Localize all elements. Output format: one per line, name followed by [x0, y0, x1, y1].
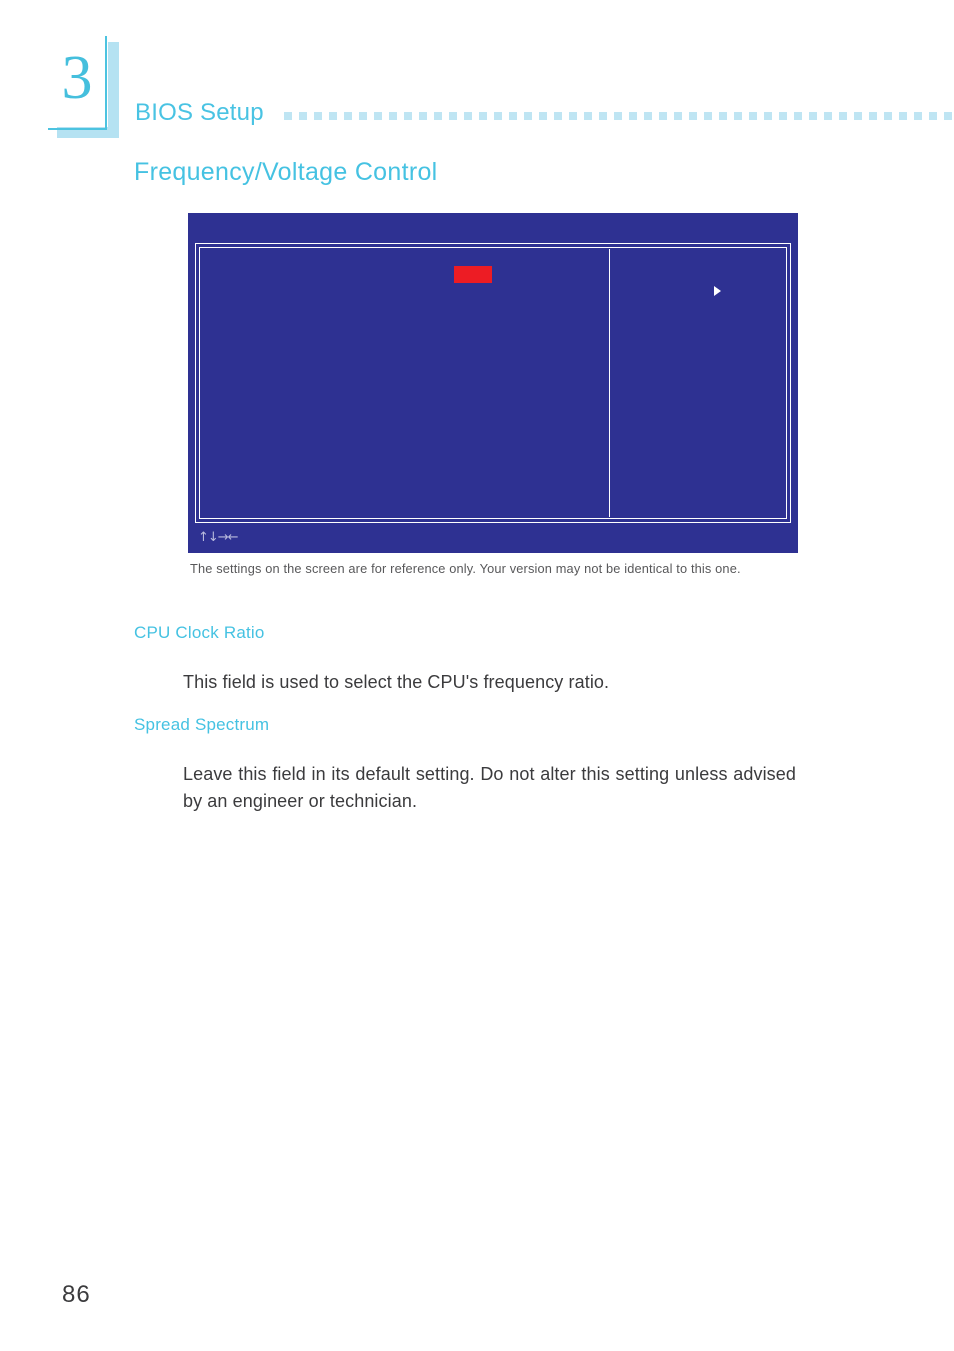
chapter-number: 3 — [61, 44, 93, 112]
running-head-dot — [688, 111, 697, 120]
field-body-spread-spectrum: Leave this field in its default setting.… — [183, 764, 796, 812]
bios-help-pane — [610, 249, 785, 517]
running-head-dot — [628, 111, 637, 120]
running-head: BIOS Setup — [135, 99, 954, 127]
bios-setup-screenshot: ↑↓→← — [188, 213, 798, 553]
bios-outer-frame — [195, 243, 791, 523]
running-head-dot — [433, 111, 442, 120]
running-head-dot — [373, 111, 382, 120]
running-head-dot — [523, 111, 532, 120]
running-head-dot — [313, 111, 322, 120]
running-head-dot-rule — [283, 111, 954, 120]
running-head-dot — [673, 111, 682, 120]
page-number: 86 — [62, 1281, 91, 1308]
running-head-dot — [298, 111, 307, 120]
running-head-dot — [793, 111, 802, 120]
running-head-dot — [778, 111, 787, 120]
running-head-dot — [763, 111, 772, 120]
running-head-dot — [913, 111, 922, 120]
running-head-title: BIOS Setup — [135, 99, 264, 126]
bios-navigation-keys: ↑↓→← — [198, 530, 239, 545]
running-head-dot — [598, 111, 607, 120]
running-head-dot — [493, 111, 502, 120]
running-head-dot — [478, 111, 487, 120]
running-head-dot — [583, 111, 592, 120]
chapter-marker-rule-horizontal — [48, 128, 107, 130]
running-head-dot — [508, 111, 517, 120]
running-head-dot — [658, 111, 667, 120]
running-head-dot — [868, 111, 877, 120]
field-body-cpu-clock-ratio: This field is used to select the CPU's f… — [183, 672, 610, 692]
running-head-dot — [643, 111, 652, 120]
bios-inner-frame — [199, 247, 787, 519]
running-head-dot — [733, 111, 742, 120]
running-head-dot — [823, 111, 832, 120]
running-head-dot — [748, 111, 757, 120]
field-heading-cpu-clock-ratio: CPU Clock Ratio — [134, 623, 265, 642]
chapter-marker-rule-vertical — [105, 36, 107, 130]
running-head-dot — [328, 111, 337, 120]
running-head-dot — [613, 111, 622, 120]
running-head-dot — [358, 111, 367, 120]
running-head-dot — [418, 111, 427, 120]
running-head-dot — [928, 111, 937, 120]
page-title: Frequency/Voltage Control — [134, 158, 438, 186]
running-head-dot — [568, 111, 577, 120]
running-head-dot — [703, 111, 712, 120]
running-head-dot — [883, 111, 892, 120]
running-head-dot — [448, 111, 457, 120]
field-heading-spread-spectrum: Spread Spectrum — [134, 715, 270, 734]
running-head-dot — [538, 111, 547, 120]
chapter-marker-shadow-vertical — [108, 42, 119, 138]
right-triangle-icon — [714, 286, 721, 296]
running-head-dot — [553, 111, 562, 120]
running-head-dot — [283, 111, 292, 120]
figure-caption: The settings on the screen are for refer… — [190, 561, 741, 576]
running-head-dot — [943, 111, 952, 120]
bios-selected-row-highlight — [454, 266, 492, 283]
chapter-marker: 3 — [30, 32, 126, 138]
bios-settings-pane — [201, 249, 609, 517]
running-head-dot — [853, 111, 862, 120]
running-head-dot — [343, 111, 352, 120]
running-head-dot — [463, 111, 472, 120]
running-head-dot — [718, 111, 727, 120]
running-head-dot — [898, 111, 907, 120]
running-head-dot — [808, 111, 817, 120]
running-head-dot — [838, 111, 847, 120]
running-head-dot — [403, 111, 412, 120]
running-head-dot — [388, 111, 397, 120]
